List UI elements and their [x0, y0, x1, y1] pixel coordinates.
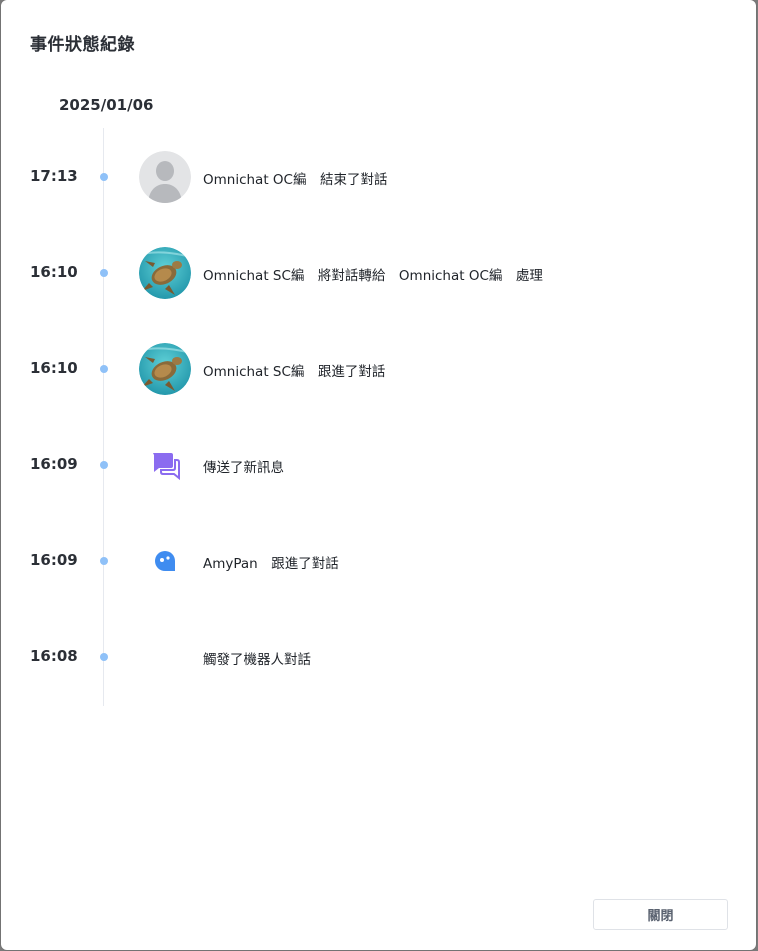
timeline-event: 16:09 AmyPan 跟進了對話 — [1, 535, 756, 587]
timeline-event: 16:10 Omnichat SC編 跟進了對話 — [1, 343, 756, 395]
dialog-title: 事件狀態紀錄 — [30, 35, 135, 55]
default-user-avatar — [139, 151, 191, 203]
close-button[interactable]: 關閉 — [593, 899, 728, 930]
timeline-event: 16:09 傳送了新訊息 — [1, 439, 756, 491]
timeline-line — [103, 128, 104, 706]
event-time: 16:10 — [30, 359, 78, 377]
timeline-dot — [100, 365, 108, 373]
timeline-event: 16:08 觸發了機器人對話 — [1, 631, 756, 683]
chat-bubbles-icon — [151, 451, 181, 481]
event-log-dialog: 事件狀態紀錄 2025/01/06 17:13 Omnichat OC編 結束了… — [1, 0, 756, 950]
event-time: 17:13 — [30, 167, 78, 185]
timeline-dot — [100, 269, 108, 277]
event-description: AmyPan 跟進了對話 — [203, 556, 339, 572]
timeline-dot — [100, 461, 108, 469]
turtle-photo-avatar — [139, 247, 191, 299]
turtle-photo-avatar — [139, 343, 191, 395]
timeline-dot — [100, 653, 108, 661]
event-description: Omnichat SC編 跟進了對話 — [203, 364, 386, 380]
event-time: 16:10 — [30, 263, 78, 281]
event-time: 16:09 — [30, 551, 78, 569]
event-time: 16:09 — [30, 455, 78, 473]
event-description: 傳送了新訊息 — [203, 460, 284, 476]
timeline-event: 16:10 Omnichat SC編 將對話轉給 Omnichat OC編 處理 — [1, 247, 756, 299]
timeline-event: 17:13 Omnichat OC編 結束了對話 — [1, 151, 756, 203]
timeline-date: 2025/01/06 — [59, 96, 154, 114]
event-description: Omnichat OC編 結束了對話 — [203, 172, 388, 188]
event-description: 觸發了機器人對話 — [203, 652, 311, 668]
event-time: 16:08 — [30, 647, 78, 665]
timeline-dot — [100, 557, 108, 565]
event-description: Omnichat SC編 將對話轉給 Omnichat OC編 處理 — [203, 268, 543, 284]
bot-bubble-icon — [151, 547, 181, 577]
timeline-dot — [100, 173, 108, 181]
